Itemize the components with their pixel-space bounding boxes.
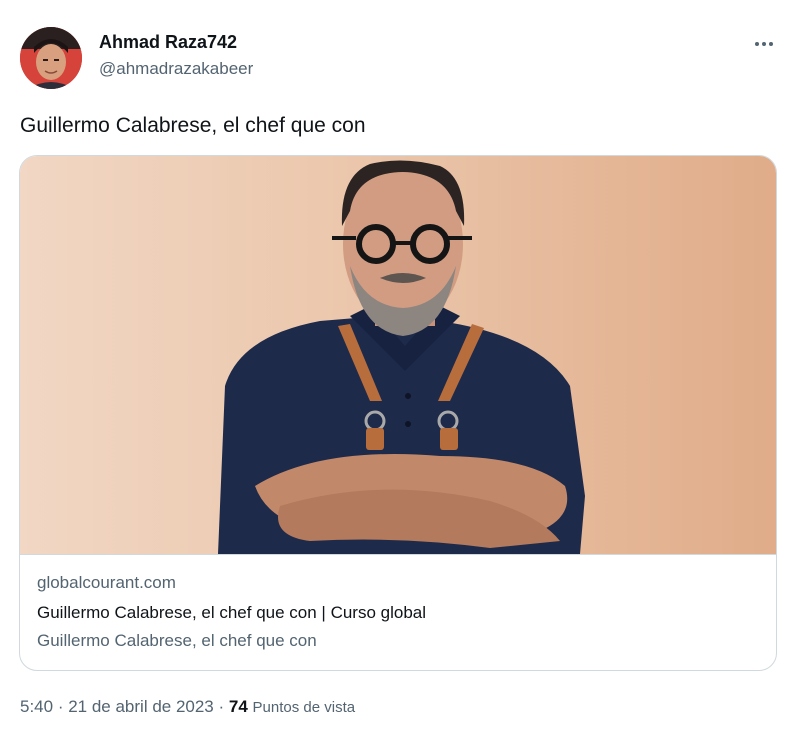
avatar[interactable] [20,27,82,89]
more-horizontal-icon-dot [762,42,766,46]
more-horizontal-icon-dot [769,42,773,46]
card-image[interactable] [20,156,776,555]
tweet: Ahmad Raza742 @ahmadrazakabeer Guillermo… [0,0,800,731]
views-label[interactable]: Puntos de vista [253,699,356,716]
link-preview-card[interactable]: globalcourant.com Guillermo Calabrese, e… [19,155,777,671]
meta-separator: · [53,697,69,716]
user-handle[interactable]: @ahmadrazakabeer [99,59,253,79]
card-title: Guillermo Calabrese, el chef que con | C… [37,603,427,622]
tweet-date[interactable]: 21 de abril de 2023 [68,697,214,716]
tweet-meta: 5:40 · 21 de abril de 2023 · 74 Puntos d… [20,697,355,717]
display-name[interactable]: Ahmad Raza742 [99,32,237,53]
card-domain: globalcourant.com [37,573,176,592]
avatar-image [20,27,82,89]
views-count[interactable]: 74 [229,697,248,716]
meta-separator: · [213,697,229,716]
more-options-button[interactable] [748,30,780,58]
tweet-time[interactable]: 5:40 [20,697,53,716]
card-description: Guillermo Calabrese, el chef que con [37,631,317,650]
chef-photo [218,160,585,554]
tweet-text: Guillermo Calabrese, el chef que con [20,114,366,137]
more-horizontal-icon [755,42,759,46]
